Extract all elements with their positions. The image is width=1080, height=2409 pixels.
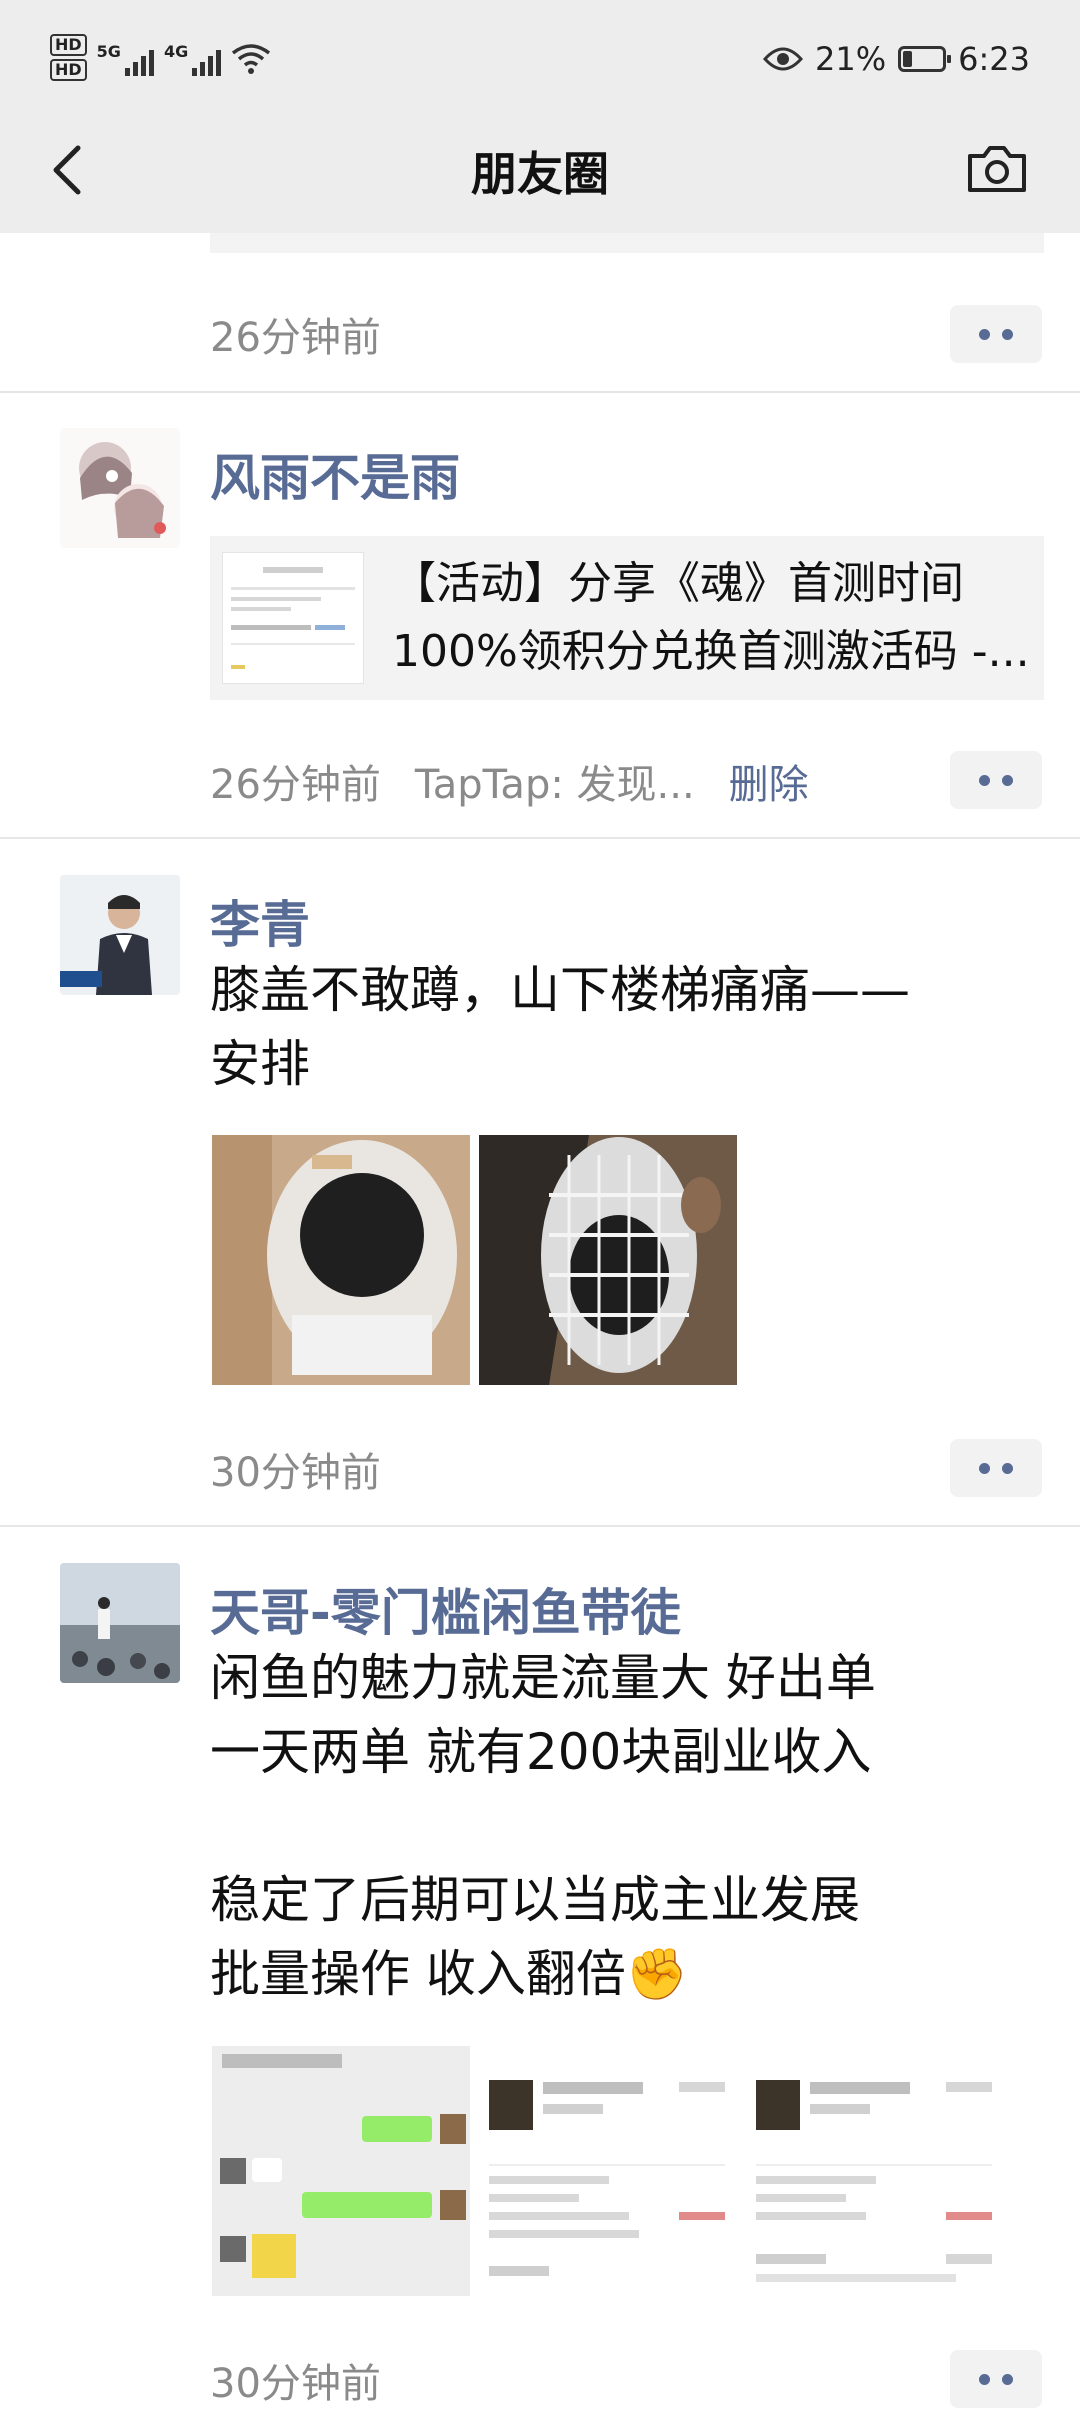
- more-button[interactable]: [950, 1439, 1042, 1497]
- camera-icon[interactable]: [964, 136, 1030, 202]
- post-photo[interactable]: [479, 1135, 737, 1385]
- more-button[interactable]: [950, 751, 1042, 809]
- previous-link-card[interactable]: [210, 233, 1044, 253]
- post-text: 膝盖不敢蹲，山下楼梯痛痛—— 安排: [210, 961, 910, 1093]
- eye-icon: [763, 47, 804, 71]
- delete-link[interactable]: 删除: [729, 752, 809, 810]
- avatar[interactable]: [60, 428, 180, 548]
- wifi-icon: [232, 44, 271, 74]
- post-photo[interactable]: [746, 2046, 1004, 2296]
- divider: [0, 1525, 1080, 1527]
- avatar[interactable]: [60, 875, 180, 995]
- post-time: 26分钟前: [210, 315, 381, 361]
- avatar[interactable]: [60, 1563, 180, 1683]
- post-time: 26分钟前: [210, 762, 381, 808]
- post-text: 闲鱼的魅力就是流量大 好出单 一天两单 就有200块副业收入 稳定了后期可以当成…: [210, 1649, 876, 2003]
- post-author-name[interactable]: 李青: [210, 885, 310, 957]
- top-bar: HD HD 5G 4G 21% 6:23 朋友圈: [0, 0, 1080, 233]
- post-author-name[interactable]: 风雨不是雨: [210, 438, 460, 510]
- more-button[interactable]: [950, 305, 1042, 363]
- post-author-name[interactable]: 天哥-零门槛闲鱼带徒: [210, 1573, 681, 1645]
- post-meta: 30分钟前: [210, 2351, 381, 2409]
- link-thumbnail: [222, 552, 364, 684]
- shared-link-card[interactable]: 【活动】分享《魂》首测时间 100%领积分兑换首测激活码 -...: [210, 536, 1044, 700]
- divider: [0, 391, 1080, 393]
- clock: 6:23: [958, 40, 1030, 78]
- more-button[interactable]: [950, 2350, 1042, 2408]
- post-meta: 26分钟前: [210, 305, 381, 363]
- post-source-link[interactable]: TapTap: 发现...: [415, 752, 695, 810]
- post-photo[interactable]: [212, 2046, 470, 2296]
- hd-indicator: HD HD: [50, 34, 87, 84]
- post-time: 30分钟前: [210, 1450, 381, 1496]
- post-meta: 26分钟前 TapTap: 发现... 删除: [210, 752, 809, 810]
- nav-bar: 朋友圈: [0, 120, 1080, 233]
- signal-5g-icon: 5G: [97, 42, 154, 76]
- battery-icon: [898, 46, 952, 72]
- battery-percent: 21%: [815, 40, 887, 78]
- post-photo[interactable]: [212, 1135, 470, 1385]
- page-title: 朋友圈: [471, 147, 609, 201]
- link-title-line-1: 【活动】分享《魂》首测时间: [392, 558, 964, 609]
- status-bar: HD HD 5G 4G 21% 6:23: [0, 0, 1080, 120]
- signal-4g-icon: 4G: [164, 42, 222, 76]
- post-meta: 30分钟前: [210, 1440, 381, 1498]
- post-time: 30分钟前: [210, 2361, 381, 2407]
- divider: [0, 837, 1080, 839]
- link-title-line-2: 100%领积分兑换首测激活码 -...: [392, 626, 1030, 677]
- post-photo[interactable]: [479, 2046, 737, 2296]
